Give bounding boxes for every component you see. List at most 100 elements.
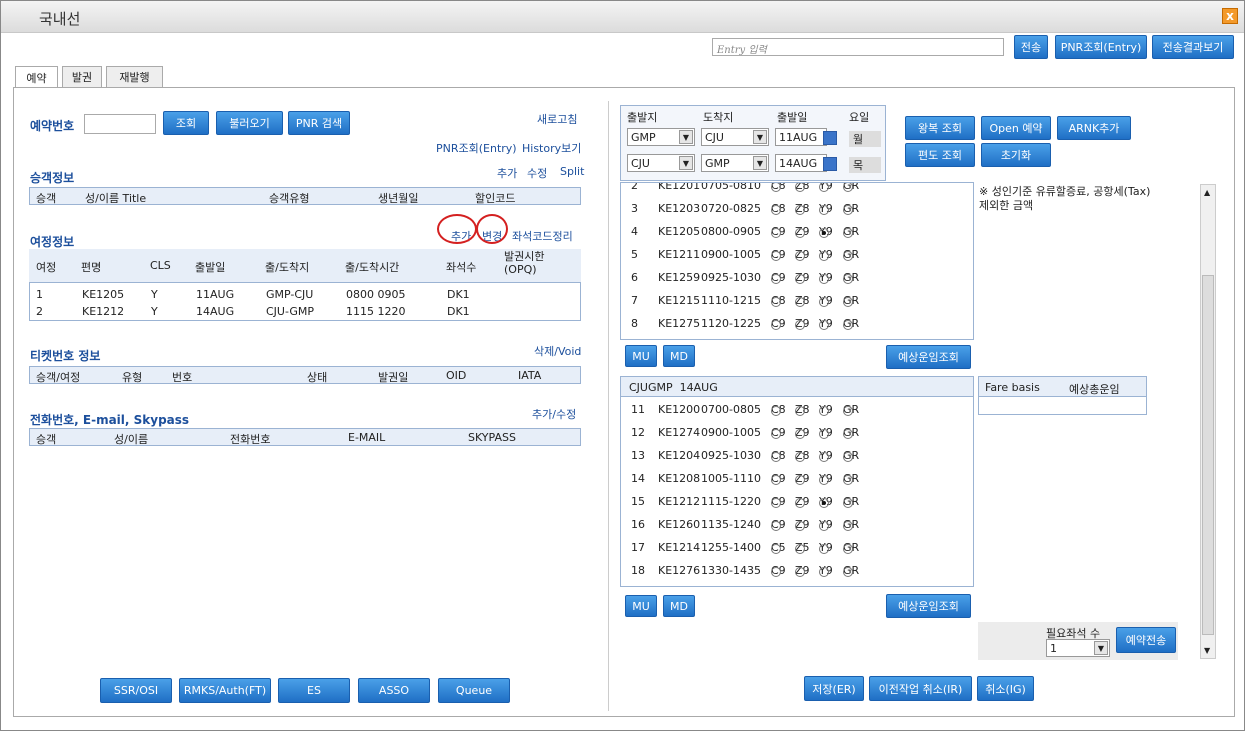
contact-edit-link[interactable]: 추가/수정	[532, 406, 576, 422]
radio-button[interactable]	[843, 521, 853, 531]
class-option[interactable]: GR	[843, 202, 859, 215]
class-option[interactable]: Z8	[795, 403, 810, 416]
radio-button[interactable]	[795, 452, 805, 462]
mu-button[interactable]: MU	[625, 345, 657, 367]
class-option[interactable]: GR	[843, 294, 859, 307]
radio-button[interactable]	[819, 544, 829, 554]
ssr-osi-button[interactable]: SSR/OSI	[100, 678, 172, 703]
radio-button[interactable]	[795, 205, 805, 215]
pnr-entry-link[interactable]: PNR조회(Entry)	[436, 140, 517, 156]
flight-row[interactable]: 17 KE1214 1255-1400 C5 Z5 Y9 GR	[621, 538, 971, 558]
history-link[interactable]: History보기	[522, 140, 581, 156]
radio-button[interactable]	[795, 251, 805, 261]
radio-button[interactable]	[819, 452, 829, 462]
tab-reissue[interactable]: 재발행	[106, 66, 163, 87]
radio-button[interactable]	[843, 406, 853, 416]
mu-button[interactable]: MU	[625, 595, 657, 617]
es-button[interactable]: ES	[278, 678, 350, 703]
radio-button[interactable]	[843, 274, 853, 284]
class-option[interactable]: Z9	[795, 271, 810, 284]
class-option[interactable]: Y9	[819, 426, 833, 439]
scrollbar[interactable]: ▲ ▼	[1200, 184, 1216, 659]
class-option[interactable]: Y9	[819, 541, 833, 554]
class-option[interactable]: GR	[843, 271, 859, 284]
radio-button[interactable]	[795, 274, 805, 284]
radio-button[interactable]	[795, 475, 805, 485]
flight-row[interactable]: 13 KE1204 0925-1030 C8 Z8 Y9 GR	[621, 446, 971, 466]
md-button[interactable]: MD	[663, 345, 695, 367]
class-option[interactable]: GR	[843, 183, 859, 192]
md-button[interactable]: MD	[663, 595, 695, 617]
fare-lookup-button[interactable]: 예상운임조회	[886, 345, 971, 369]
class-option[interactable]: Y9	[819, 449, 833, 462]
class-option[interactable]: C8	[771, 202, 786, 215]
arnk-add-button[interactable]: ARNK추가	[1057, 116, 1131, 140]
class-option[interactable]: Z5	[795, 541, 810, 554]
flight-row[interactable]: 4 KE1205 0800-0905 C9 Z9 Y9 GR	[621, 222, 971, 242]
radio-button[interactable]	[771, 406, 781, 416]
class-option[interactable]: GR	[843, 225, 859, 238]
entry-input[interactable]: Entry 입력	[712, 38, 1004, 56]
radio-button[interactable]	[771, 183, 781, 192]
date-input[interactable]: 14AUG	[775, 154, 827, 172]
class-option[interactable]: Z8	[795, 202, 810, 215]
class-option[interactable]: Y9	[819, 317, 833, 330]
class-option[interactable]: GR	[843, 248, 859, 261]
radio-button[interactable]	[795, 406, 805, 416]
cancel-ig-button[interactable]: 취소(IG)	[977, 676, 1034, 701]
class-option[interactable]: Z8	[795, 294, 810, 307]
radio-button[interactable]	[795, 183, 805, 192]
radio-button[interactable]	[843, 475, 853, 485]
radio-button[interactable]	[771, 274, 781, 284]
seatcode-link[interactable]: 좌석코드정리	[512, 228, 573, 244]
queue-button[interactable]: Queue	[438, 678, 510, 703]
class-option[interactable]: GR	[843, 317, 859, 330]
class-option[interactable]: GR	[843, 472, 859, 485]
radio-button[interactable]	[771, 498, 781, 508]
class-option[interactable]: Z9	[795, 426, 810, 439]
class-option[interactable]: Y9	[819, 202, 833, 215]
class-option[interactable]: C5	[771, 541, 786, 554]
undo-ir-button[interactable]: 이전작업 취소(IR)	[869, 676, 972, 701]
radio-button[interactable]	[771, 567, 781, 577]
radio-button[interactable]	[795, 320, 805, 330]
pnr-entry-button[interactable]: PNR조회(Entry)	[1055, 35, 1147, 59]
refresh-link[interactable]: 새로고침	[537, 111, 577, 127]
class-option[interactable]: C9	[771, 564, 786, 577]
radio-button[interactable]	[771, 521, 781, 531]
radio-button[interactable]	[819, 406, 829, 416]
date-input[interactable]: 11AUG	[775, 128, 827, 146]
pax-split-link[interactable]: Split	[560, 165, 584, 178]
class-option[interactable]: C8	[771, 403, 786, 416]
radio-button[interactable]	[795, 521, 805, 531]
class-option[interactable]: Z9	[795, 248, 810, 261]
radio-button[interactable]	[771, 251, 781, 261]
radio-button[interactable]	[819, 320, 829, 330]
seat-count-select[interactable]: 1 ▼	[1046, 639, 1110, 657]
class-option[interactable]: C9	[771, 248, 786, 261]
radio-button[interactable]	[771, 228, 781, 238]
radio-button[interactable]	[843, 320, 853, 330]
class-option[interactable]: Z8	[795, 449, 810, 462]
radio-button[interactable]	[843, 544, 853, 554]
radio-button[interactable]	[819, 498, 829, 508]
tab-booking[interactable]: 예약	[15, 66, 58, 88]
flight-row[interactable]: 15 KE1212 1115-1220 C9 Z9 Y9 GR	[621, 492, 971, 512]
flight-row[interactable]: 14 KE1208 1005-1110 C9 Z9 Y9 GR	[621, 469, 971, 489]
radio-button[interactable]	[843, 452, 853, 462]
pax-add-link[interactable]: 추가	[497, 165, 517, 181]
class-option[interactable]: GR	[843, 564, 859, 577]
splitter[interactable]	[608, 101, 609, 711]
flight-row[interactable]: 16 KE1260 1135-1240 C9 Z9 Y9 GR	[621, 515, 971, 535]
radio-button[interactable]	[819, 475, 829, 485]
class-option[interactable]: Y9	[819, 271, 833, 284]
radio-button[interactable]	[819, 274, 829, 284]
radio-button[interactable]	[771, 205, 781, 215]
flight-row[interactable]: 12 KE1274 0900-1005 C9 Z9 Y9 GR	[621, 423, 971, 443]
flight-row[interactable]: 7 KE1215 1110-1215 C8 Z8 Y9 GR	[621, 291, 971, 311]
class-option[interactable]: C8	[771, 294, 786, 307]
class-option[interactable]: Z9	[795, 225, 810, 238]
scroll-down-icon[interactable]: ▼	[1204, 646, 1210, 655]
class-option[interactable]: C9	[771, 317, 786, 330]
flight-row[interactable]: 18 KE1276 1330-1435 C9 Z9 Y9 GR	[621, 561, 971, 581]
